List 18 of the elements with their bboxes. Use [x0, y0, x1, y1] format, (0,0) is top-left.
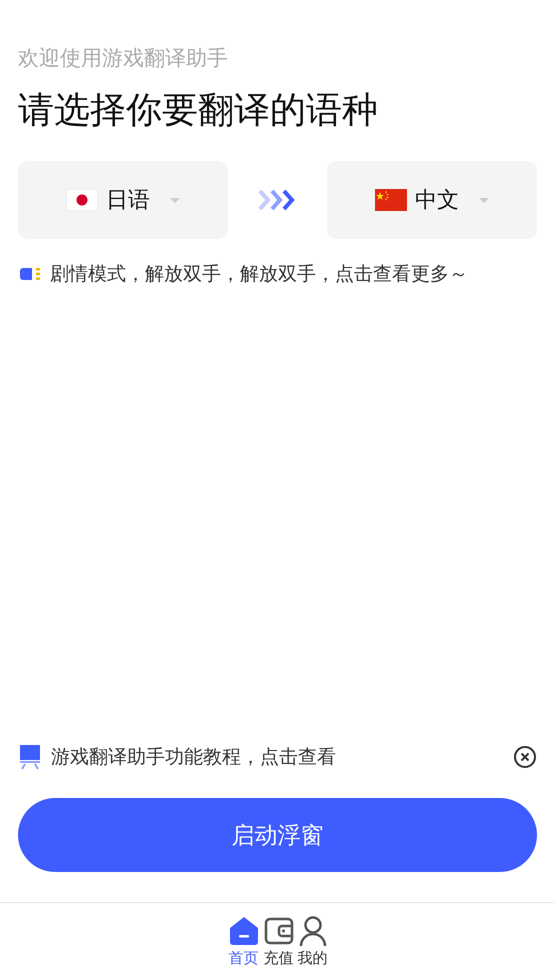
notice-link[interactable]: 剧情模式，解放双手，解放双手，点击查看更多～ — [50, 261, 468, 287]
nav-tab[interactable]: 我的 — [296, 915, 330, 968]
language-selector[interactable]: 中文 — [327, 161, 537, 239]
nav-tab[interactable]: 充值 — [262, 915, 296, 968]
china-flag-icon — [375, 189, 407, 211]
start-floating-window-button[interactable]: 启动浮窗 — [18, 798, 537, 872]
megaphone-icon — [18, 265, 42, 283]
language-selector[interactable]: 日语 — [18, 161, 228, 239]
wallet-icon — [264, 915, 294, 947]
nav-tab[interactable]: 首页 — [226, 915, 262, 968]
welcome-subtitle: 欢迎使用游戏翻译助手 — [18, 45, 229, 72]
close-button[interactable] — [513, 745, 537, 769]
user-icon — [298, 915, 328, 947]
tutorial-link[interactable]: 游戏翻译助手功能教程，点击查看 — [51, 744, 504, 770]
page-title: 请选择你要翻译的语种 — [18, 89, 379, 133]
presentation-board-icon — [18, 744, 42, 770]
home-icon — [228, 915, 260, 947]
japan-flag-icon — [66, 189, 98, 211]
